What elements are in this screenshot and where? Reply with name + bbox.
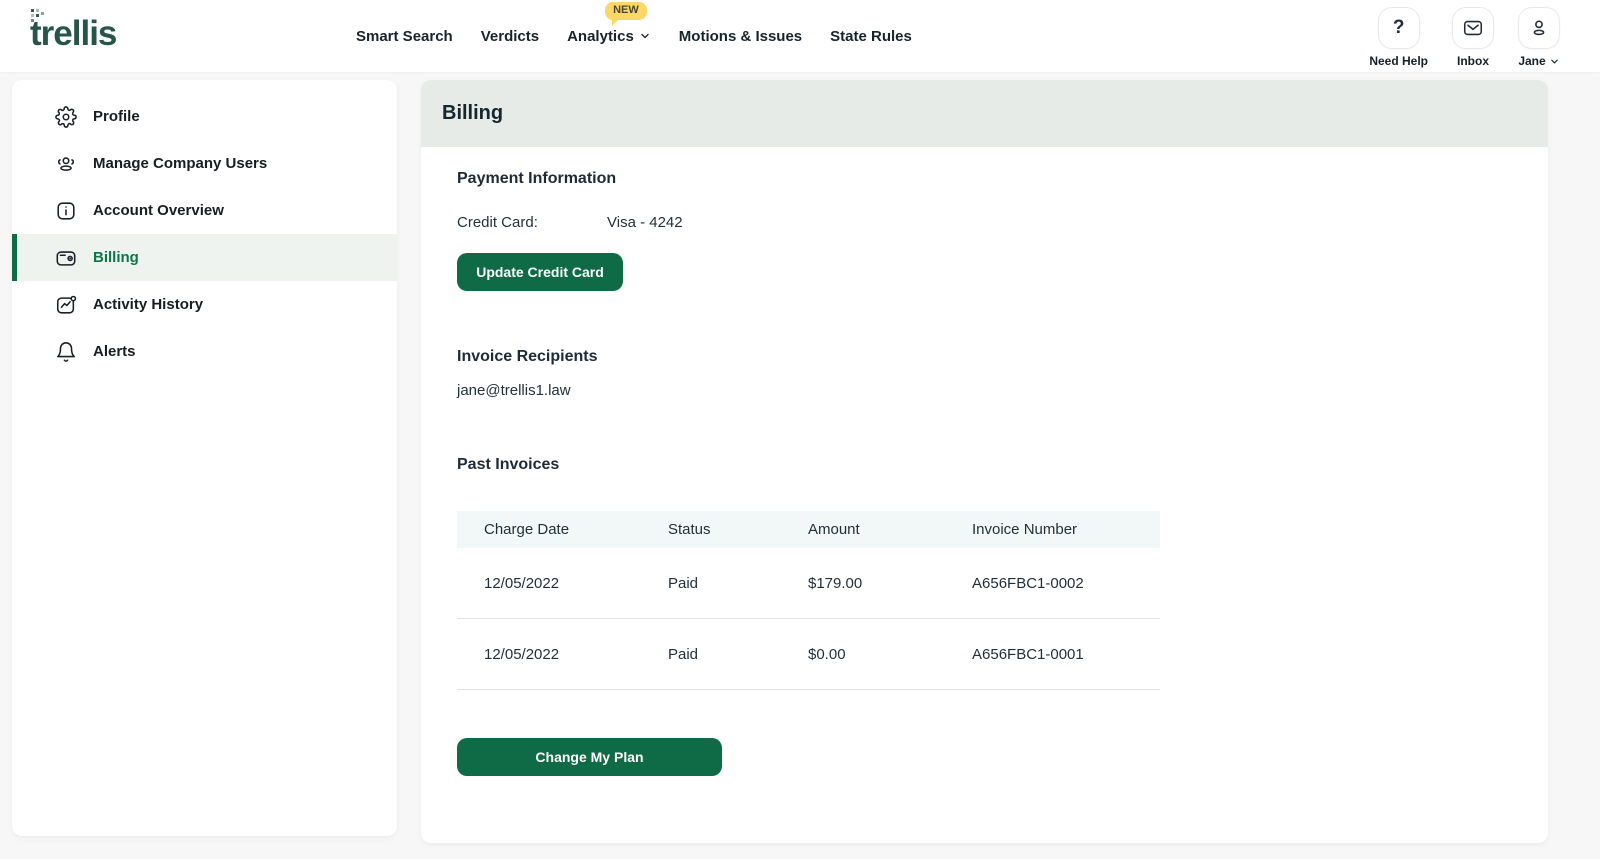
sidebar-item-profile[interactable]: Profile bbox=[12, 93, 397, 140]
trellis-logo[interactable]: trellis bbox=[30, 8, 117, 57]
user-menu-button[interactable]: Jane bbox=[1518, 7, 1560, 72]
col-status: Status bbox=[668, 521, 711, 538]
page-title: Billing bbox=[442, 102, 504, 124]
payment-information-title: Payment Information bbox=[457, 170, 617, 187]
sidebar-item-manage-company-users[interactable]: Manage Company Users bbox=[12, 140, 397, 187]
table-row: 12/05/2022 Paid $0.00 A656FBC1-0001 bbox=[457, 619, 1160, 690]
invoice-recipient-email: jane@trellis1.law bbox=[457, 382, 571, 399]
past-invoices-title: Past Invoices bbox=[457, 456, 560, 473]
need-help-button[interactable]: ? Need Help bbox=[1369, 7, 1428, 72]
users-icon bbox=[55, 153, 77, 175]
col-charge-date: Charge Date bbox=[484, 521, 570, 538]
nav-verdicts[interactable]: Verdicts bbox=[481, 28, 539, 45]
cell-amount: $0.00 bbox=[808, 645, 846, 663]
cell-status: Paid bbox=[668, 645, 699, 663]
chevron-down-icon bbox=[1549, 56, 1560, 67]
credit-card-row: Credit Card: Visa - 4242 bbox=[457, 214, 1512, 231]
cell-charge-date: 12/05/2022 bbox=[484, 645, 560, 663]
cell-charge-date: 12/05/2022 bbox=[484, 574, 560, 592]
cell-invoice-number: A656FBC1-0002 bbox=[972, 574, 1084, 592]
change-my-plan-button[interactable]: Change My Plan bbox=[457, 738, 722, 776]
settings-sidebar: Profile Manage Company Users Account Ove… bbox=[12, 80, 397, 836]
sidebar-item-account-overview[interactable]: Account Overview bbox=[12, 187, 397, 234]
credit-card-value: Visa - 4242 bbox=[607, 214, 683, 231]
cell-amount: $179.00 bbox=[808, 574, 863, 592]
trellis-lattice-icon bbox=[30, 8, 46, 24]
chevron-down-icon bbox=[639, 30, 651, 42]
invoices-table-header: Charge Date Status Amount Invoice Number bbox=[457, 511, 1160, 548]
nav-smart-search[interactable]: Smart Search bbox=[356, 28, 453, 45]
inbox-button[interactable]: Inbox bbox=[1452, 7, 1494, 72]
sidebar-item-billing[interactable]: Billing bbox=[12, 234, 397, 281]
user-name: Jane bbox=[1518, 54, 1546, 68]
wallet-icon bbox=[55, 247, 77, 269]
sidebar-item-activity-history[interactable]: Activity History bbox=[12, 281, 397, 328]
billing-panel: Billing Payment Information Credit Card:… bbox=[421, 80, 1548, 843]
col-invoice-number: Invoice Number bbox=[972, 521, 1078, 538]
activity-icon bbox=[55, 294, 77, 316]
table-row: 12/05/2022 Paid $179.00 A656FBC1-0002 bbox=[457, 548, 1160, 619]
nav-analytics[interactable]: NEW Analytics bbox=[567, 1, 651, 45]
invoice-recipients-title: Invoice Recipients bbox=[457, 348, 598, 365]
info-icon bbox=[55, 200, 77, 222]
question-icon[interactable]: ? bbox=[1377, 7, 1420, 49]
update-credit-card-button[interactable]: Update Credit Card bbox=[457, 253, 623, 291]
nav-state-rules[interactable]: State Rules bbox=[830, 28, 912, 45]
credit-card-label: Credit Card: bbox=[457, 214, 538, 231]
primary-nav: Smart Search Verdicts NEW Analytics Moti… bbox=[356, 0, 912, 72]
page-header-band: Billing bbox=[421, 80, 1548, 147]
col-amount: Amount bbox=[808, 521, 860, 538]
bell-icon bbox=[55, 341, 77, 363]
invoices-table: Charge Date Status Amount Invoice Number… bbox=[457, 511, 1160, 690]
cell-status: Paid bbox=[668, 574, 699, 592]
nav-motions-issues[interactable]: Motions & Issues bbox=[679, 28, 802, 45]
gear-icon bbox=[55, 105, 77, 128]
new-badge: NEW bbox=[605, 1, 647, 26]
cell-invoice-number: A656FBC1-0001 bbox=[972, 645, 1084, 663]
sidebar-item-alerts[interactable]: Alerts bbox=[12, 328, 397, 375]
top-nav-bar: trellis Smart Search Verdicts NEW Analyt… bbox=[0, 0, 1600, 72]
person-icon[interactable] bbox=[1518, 7, 1560, 49]
header-actions: ? Need Help Inbox Jane bbox=[1369, 0, 1560, 72]
envelope-icon[interactable] bbox=[1452, 7, 1494, 49]
